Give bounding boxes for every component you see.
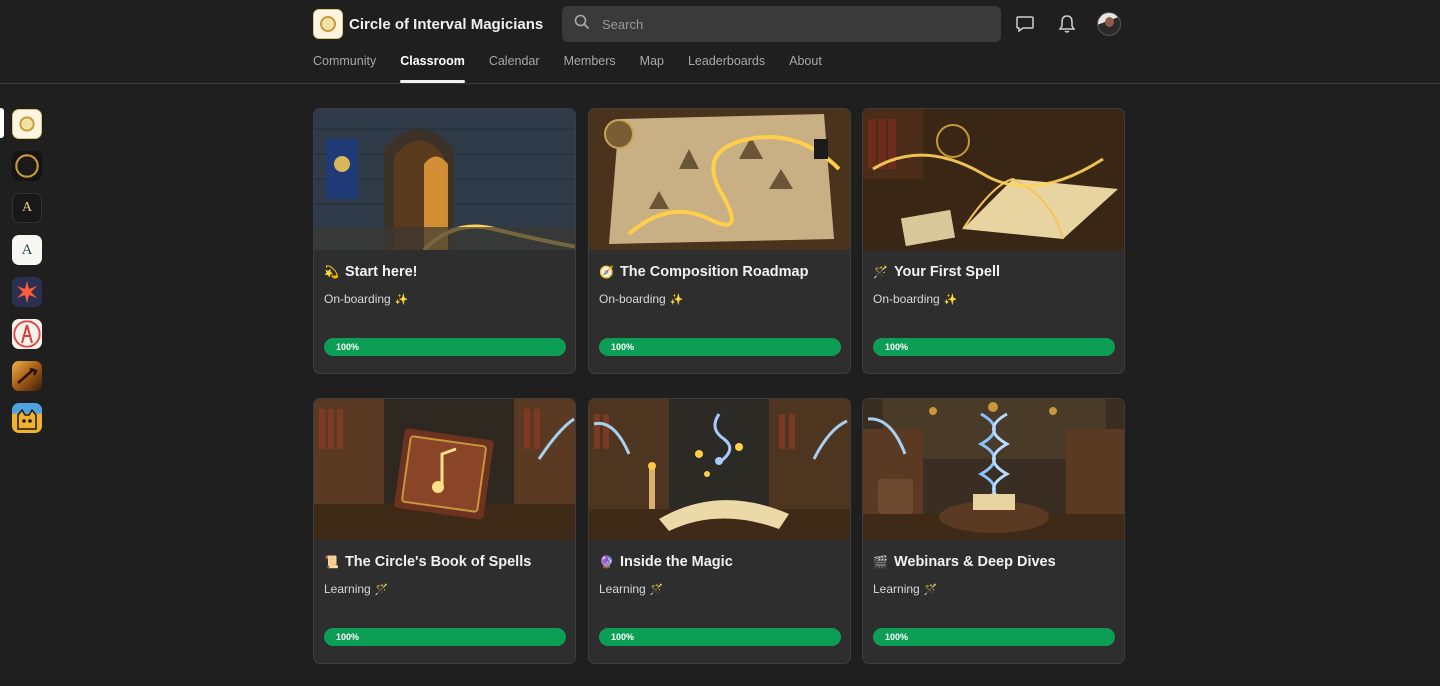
community-switcher[interactable]: Circle of Interval Magicians — [313, 9, 573, 39]
progress-label: 100% — [885, 632, 909, 642]
course-title: 💫 Start here! — [324, 264, 417, 280]
sidebar-item-treble-clef[interactable] — [12, 151, 42, 181]
course-title-text: The Composition Roadmap — [619, 264, 809, 280]
course-category: On-boarding ✨ — [324, 292, 408, 306]
progress-label: 100% — [336, 342, 360, 352]
course-title: 🧭 The Composition Roadmap — [599, 264, 808, 280]
course-thumbnail — [589, 109, 850, 250]
sparkles-icon: ✨ — [943, 294, 958, 306]
cat-icon — [17, 408, 37, 430]
sidebar-item-red-emblem[interactable] — [12, 319, 42, 349]
magic-wand-icon: 🪄 — [649, 584, 664, 596]
community-name[interactable]: Circle of Interval Magicians — [349, 16, 543, 33]
progress-label: 100% — [885, 342, 909, 352]
progress-label: 100% — [611, 342, 635, 352]
course-progress-bar: 100% — [599, 628, 841, 646]
course-category: On-boarding ✨ — [873, 292, 957, 306]
sidebar-item-cat[interactable] — [12, 403, 42, 433]
course-category: Learning 🪄 — [599, 582, 663, 596]
progress-fill — [873, 628, 1115, 646]
crystal-ball-icon: 🔮 — [599, 555, 614, 569]
sidebar-item-star-burst[interactable] — [12, 277, 42, 307]
search-input[interactable] — [602, 16, 962, 32]
search-bar[interactable] — [562, 6, 1001, 42]
course-thumbnail — [863, 399, 1124, 540]
course-category-text: Learning — [324, 582, 371, 596]
nav-tabs: Community Classroom Calendar Members Map… — [313, 54, 822, 84]
magic-wand-icon: 🪄 — [923, 584, 938, 596]
sidebar-item-guitar[interactable] — [12, 361, 42, 391]
progress-fill — [324, 338, 566, 356]
tab-leaderboards[interactable]: Leaderboards — [688, 54, 765, 84]
sidebar-item-letter-a-light[interactable]: A — [12, 235, 42, 265]
star-burst-icon — [17, 281, 37, 303]
course-progress-bar: 100% — [324, 628, 566, 646]
progress-fill — [599, 628, 841, 646]
course-category-text: On-boarding — [324, 292, 391, 306]
progress-label: 100% — [336, 632, 360, 642]
course-category-text: Learning — [599, 582, 646, 596]
sparkle-icon: 💫 — [324, 265, 339, 279]
scroll-icon: 📜 — [324, 555, 339, 569]
search-icon — [574, 14, 590, 35]
course-category-text: On-boarding — [599, 292, 666, 306]
guitar-icon — [17, 367, 38, 384]
magic-wand-icon: 🪄 — [374, 584, 389, 596]
course-title-text: Start here! — [344, 264, 418, 280]
course-category-text: On-boarding — [873, 292, 940, 306]
sparkles-icon: ✨ — [669, 294, 684, 306]
course-progress-bar: 100% — [873, 338, 1115, 356]
course-title-text: Webinars & Deep Dives — [893, 554, 1056, 570]
course-card-book-of-spells[interactable]: 📜 The Circle's Book of Spells Learning 🪄 1… — [313, 398, 576, 664]
community-logo[interactable] — [313, 9, 343, 39]
course-card-composition-roadmap[interactable]: 🧭 The Composition Roadmap On-boarding ✨ 10… — [588, 108, 851, 374]
tab-members[interactable]: Members — [564, 54, 616, 84]
course-thumbnail — [314, 109, 575, 250]
sidebar-item-letter-a-dark[interactable]: A — [12, 193, 42, 223]
magic-wand-icon: 🪄 — [873, 265, 888, 279]
course-thumbnail — [863, 109, 1124, 250]
course-thumbnail — [589, 399, 850, 540]
course-title: 🪄 Your First Spell — [873, 264, 1000, 280]
course-title-text: Your First Spell — [893, 264, 1001, 280]
course-category-text: Learning — [873, 582, 920, 596]
tab-map[interactable]: Map — [640, 54, 664, 84]
progress-fill — [599, 338, 841, 356]
emblem-icon — [21, 324, 33, 344]
avatar[interactable] — [1097, 12, 1121, 36]
course-progress-bar: 100% — [599, 338, 841, 356]
clapperboard-icon: 🎬 — [873, 555, 888, 569]
course-title: 🔮 Inside the Magic — [599, 554, 733, 570]
course-card-first-spell[interactable]: 🪄 Your First Spell On-boarding ✨ 100% — [862, 108, 1125, 374]
course-card-webinars[interactable]: 🎬 Webinars & Deep Dives Learning 🪄 100% — [862, 398, 1125, 664]
progress-fill — [324, 628, 566, 646]
selected-community-indicator — [0, 108, 4, 138]
course-thumbnail — [314, 399, 575, 540]
tab-community[interactable]: Community — [313, 54, 376, 84]
course-card-start-here[interactable]: 💫 Start here! On-boarding ✨ 100% — [313, 108, 576, 374]
course-title-text: The Circle's Book of Spells — [344, 554, 532, 570]
course-category: Learning 🪄 — [324, 582, 388, 596]
course-title: 🎬 Webinars & Deep Dives — [873, 554, 1056, 570]
sidebar-item-interval-magicians[interactable] — [12, 109, 42, 139]
tab-calendar[interactable]: Calendar — [489, 54, 540, 84]
progress-fill — [873, 338, 1115, 356]
course-progress-bar: 100% — [873, 628, 1115, 646]
course-category: Learning 🪄 — [873, 582, 937, 596]
tab-classroom[interactable]: Classroom — [400, 54, 465, 84]
progress-label: 100% — [611, 632, 635, 642]
bell-icon[interactable] — [1055, 12, 1079, 36]
sparkles-icon: ✨ — [394, 294, 409, 306]
compass-icon: 🧭 — [599, 265, 614, 279]
tab-about[interactable]: About — [789, 54, 822, 84]
course-title: 📜 The Circle's Book of Spells — [324, 554, 531, 570]
course-progress-bar: 100% — [324, 338, 566, 356]
course-category: On-boarding ✨ — [599, 292, 683, 306]
course-card-inside-the-magic[interactable]: 🔮 Inside the Magic Learning 🪄 100% — [588, 398, 851, 664]
course-title-text: Inside the Magic — [619, 554, 733, 570]
top-bar: Circle of Interval Magicians Community C… — [0, 0, 1440, 84]
chat-icon[interactable] — [1013, 12, 1037, 36]
